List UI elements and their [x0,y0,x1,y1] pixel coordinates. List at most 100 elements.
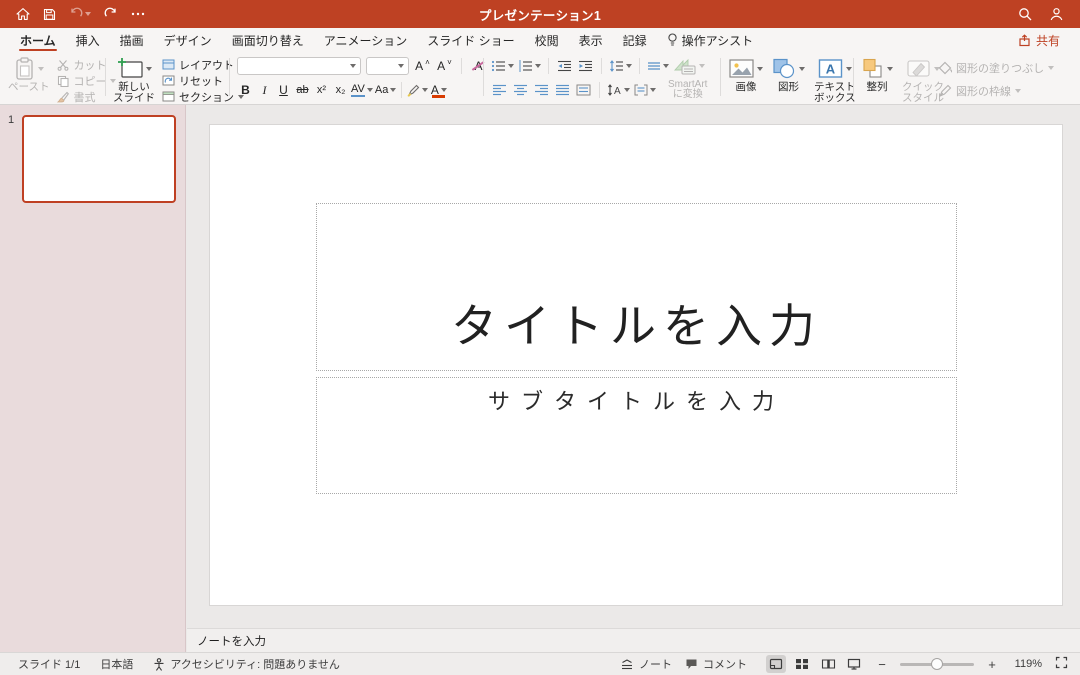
tab-record[interactable]: 記録 [613,28,657,52]
normal-view-icon [769,658,783,670]
line-spacing-button[interactable] [609,57,632,75]
shrink-font-button[interactable]: A˅ [436,57,453,75]
subscript-button[interactable]: x₂ [332,81,349,99]
distribute-text-button[interactable] [575,81,592,99]
format-painter-icon [57,91,69,103]
tab-draw[interactable]: 描画 [110,28,154,52]
paste-button[interactable]: ペースト [8,55,49,104]
font-name-combo[interactable] [237,57,361,75]
character-spacing-button[interactable]: AV [351,81,373,99]
smartart-convert-button[interactable] [673,57,705,75]
tab-tell-me[interactable]: 操作アシスト [657,28,764,52]
superscript-button[interactable]: x² [313,81,330,99]
section-button[interactable]: セクション [162,89,244,104]
more-commands-button[interactable] [131,11,145,17]
highlight-pen-button[interactable] [407,81,428,99]
copy-button[interactable]: コピー [57,73,116,88]
ribbon-separator [853,58,854,96]
tab-design[interactable]: デザイン [154,28,222,52]
save-button[interactable] [43,8,56,21]
zoom-slider-thumb[interactable] [931,658,943,670]
tab-transitions[interactable]: 画面切り替え [222,28,314,52]
ribbon-separator [720,58,721,96]
align-center-button[interactable] [512,81,529,99]
insert-image-button[interactable]: 画像 [729,55,763,104]
slide-counter[interactable]: スライド 1/1 [18,656,80,672]
reset-button[interactable]: リセット [162,73,244,88]
bullet-list-button[interactable] [491,57,514,75]
reading-view-button[interactable] [818,655,838,673]
svg-text:A: A [826,62,836,77]
mini-separator [601,58,602,74]
shape-outline-button[interactable]: 図形の枠線 [938,83,1054,98]
notes-pane[interactable]: ノートを入力 [187,628,1080,652]
zoom-level[interactable]: 119% [1010,658,1042,670]
slide-sorter-view-button[interactable] [792,655,812,673]
share-button[interactable]: 共有 [1010,30,1068,51]
font-size-caret [398,64,404,68]
numbered-list-button[interactable] [518,57,541,75]
fit-slide-button[interactable] [1055,656,1068,672]
smartart-convert-label: SmartArtに変換 [668,80,707,100]
tab-animations[interactable]: アニメーション [314,28,418,52]
underline-button[interactable]: U [275,81,292,99]
zoom-out-button[interactable]: − [877,657,887,672]
accessibility-checker[interactable]: アクセシビリティ: 問題ありません [153,656,340,672]
align-left-button[interactable] [491,81,508,99]
search-button[interactable] [1018,7,1032,21]
cut-button[interactable]: カット [57,57,116,72]
slideshow-view-button[interactable] [844,655,864,673]
format-painter-button[interactable]: 書式 [57,89,116,104]
grow-font-button[interactable]: A˄ [414,57,431,75]
ribbon-separator [483,58,484,96]
columns-button[interactable] [647,57,669,75]
tab-home[interactable]: ホーム [10,28,66,52]
slide-1-thumbnail[interactable] [22,115,176,203]
home-icon [16,7,30,21]
align-text-button[interactable] [634,81,656,99]
slides-group: 新しいスライド レイアウト リセット セクション [113,55,244,104]
zoom-slider[interactable] [900,658,974,670]
shape-fill-button[interactable]: 図形の塗りつぶし [938,60,1054,75]
align-right-button[interactable] [533,81,550,99]
insert-shapes-button[interactable]: 図形 [772,55,805,104]
mini-separator [401,82,402,98]
subtitle-placeholder[interactable]: サブタイトルを入力 [316,377,957,494]
line-spacing-icon [609,60,624,72]
redo-button[interactable] [104,7,118,21]
language-indicator[interactable]: 日本語 [100,656,133,672]
tab-review[interactable]: 校閲 [525,28,569,52]
decrease-indent-button[interactable] [556,57,573,75]
arrange-button[interactable]: 整列 [861,55,893,104]
title-placeholder[interactable]: タイトルを入力 [316,203,957,371]
accessibility-icon [153,658,165,671]
new-slide-button[interactable]: 新しいスライド [113,55,155,104]
comments-toggle-button[interactable]: コメント [685,656,747,672]
strikethrough-button[interactable]: ab [294,81,311,99]
tab-view[interactable]: 表示 [569,28,613,52]
justify-button[interactable] [554,81,571,99]
clipboard-group: ペースト カット コピー 書式 [8,55,116,104]
increase-indent-button[interactable] [577,57,594,75]
normal-view-button[interactable] [766,655,786,673]
justify-icon [555,84,570,96]
insert-textbox-button[interactable]: A テキストボックス [814,55,856,104]
tab-slideshow[interactable]: スライド ショー [417,28,524,52]
bold-button[interactable]: B [237,81,254,99]
subtitle-placeholder-text: サブタイトルを入力 [488,384,785,416]
text-direction-button[interactable]: A [607,81,630,99]
font-size-combo[interactable] [366,57,409,75]
undo-button[interactable] [69,7,91,21]
align-right-icon [534,84,549,96]
notes-toggle-button[interactable]: ノート [620,656,672,672]
change-case-button[interactable]: Aa [375,81,396,99]
slide-editing-surface[interactable]: タイトルを入力 サブタイトルを入力 [210,125,1062,605]
home-button[interactable] [16,7,30,21]
zoom-in-button[interactable]: + [987,657,997,672]
italic-button[interactable]: I [256,81,273,99]
font-color-button[interactable]: A [430,81,447,99]
clear-format-button[interactable]: A [470,57,487,75]
layout-button[interactable]: レイアウト [162,57,244,72]
account-button[interactable] [1049,7,1064,21]
tab-insert[interactable]: 挿入 [66,28,110,52]
